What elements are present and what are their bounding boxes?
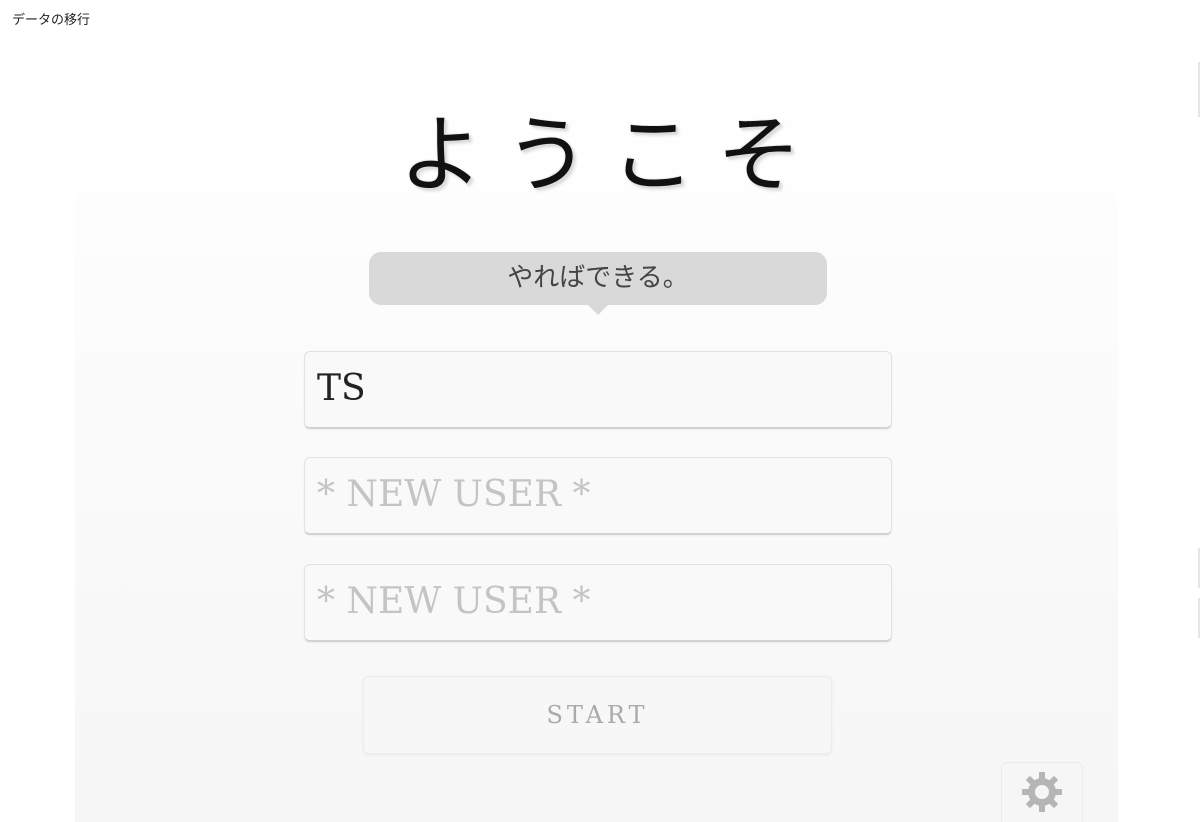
start-button[interactable]: START — [363, 676, 832, 754]
user-slot-2[interactable]: * NEW USER * — [304, 457, 892, 535]
user-slot-1[interactable]: TS — [304, 351, 892, 429]
settings-button[interactable] — [1001, 762, 1083, 822]
tagline-bubble: やればできる。 — [369, 252, 827, 305]
window-title: データの移行 — [12, 13, 91, 28]
user-slot-3[interactable]: * NEW USER * — [304, 564, 892, 642]
bubble-pointer — [588, 305, 608, 315]
gear-icon — [1021, 771, 1063, 817]
welcome-title: ようこそ — [398, 106, 823, 204]
